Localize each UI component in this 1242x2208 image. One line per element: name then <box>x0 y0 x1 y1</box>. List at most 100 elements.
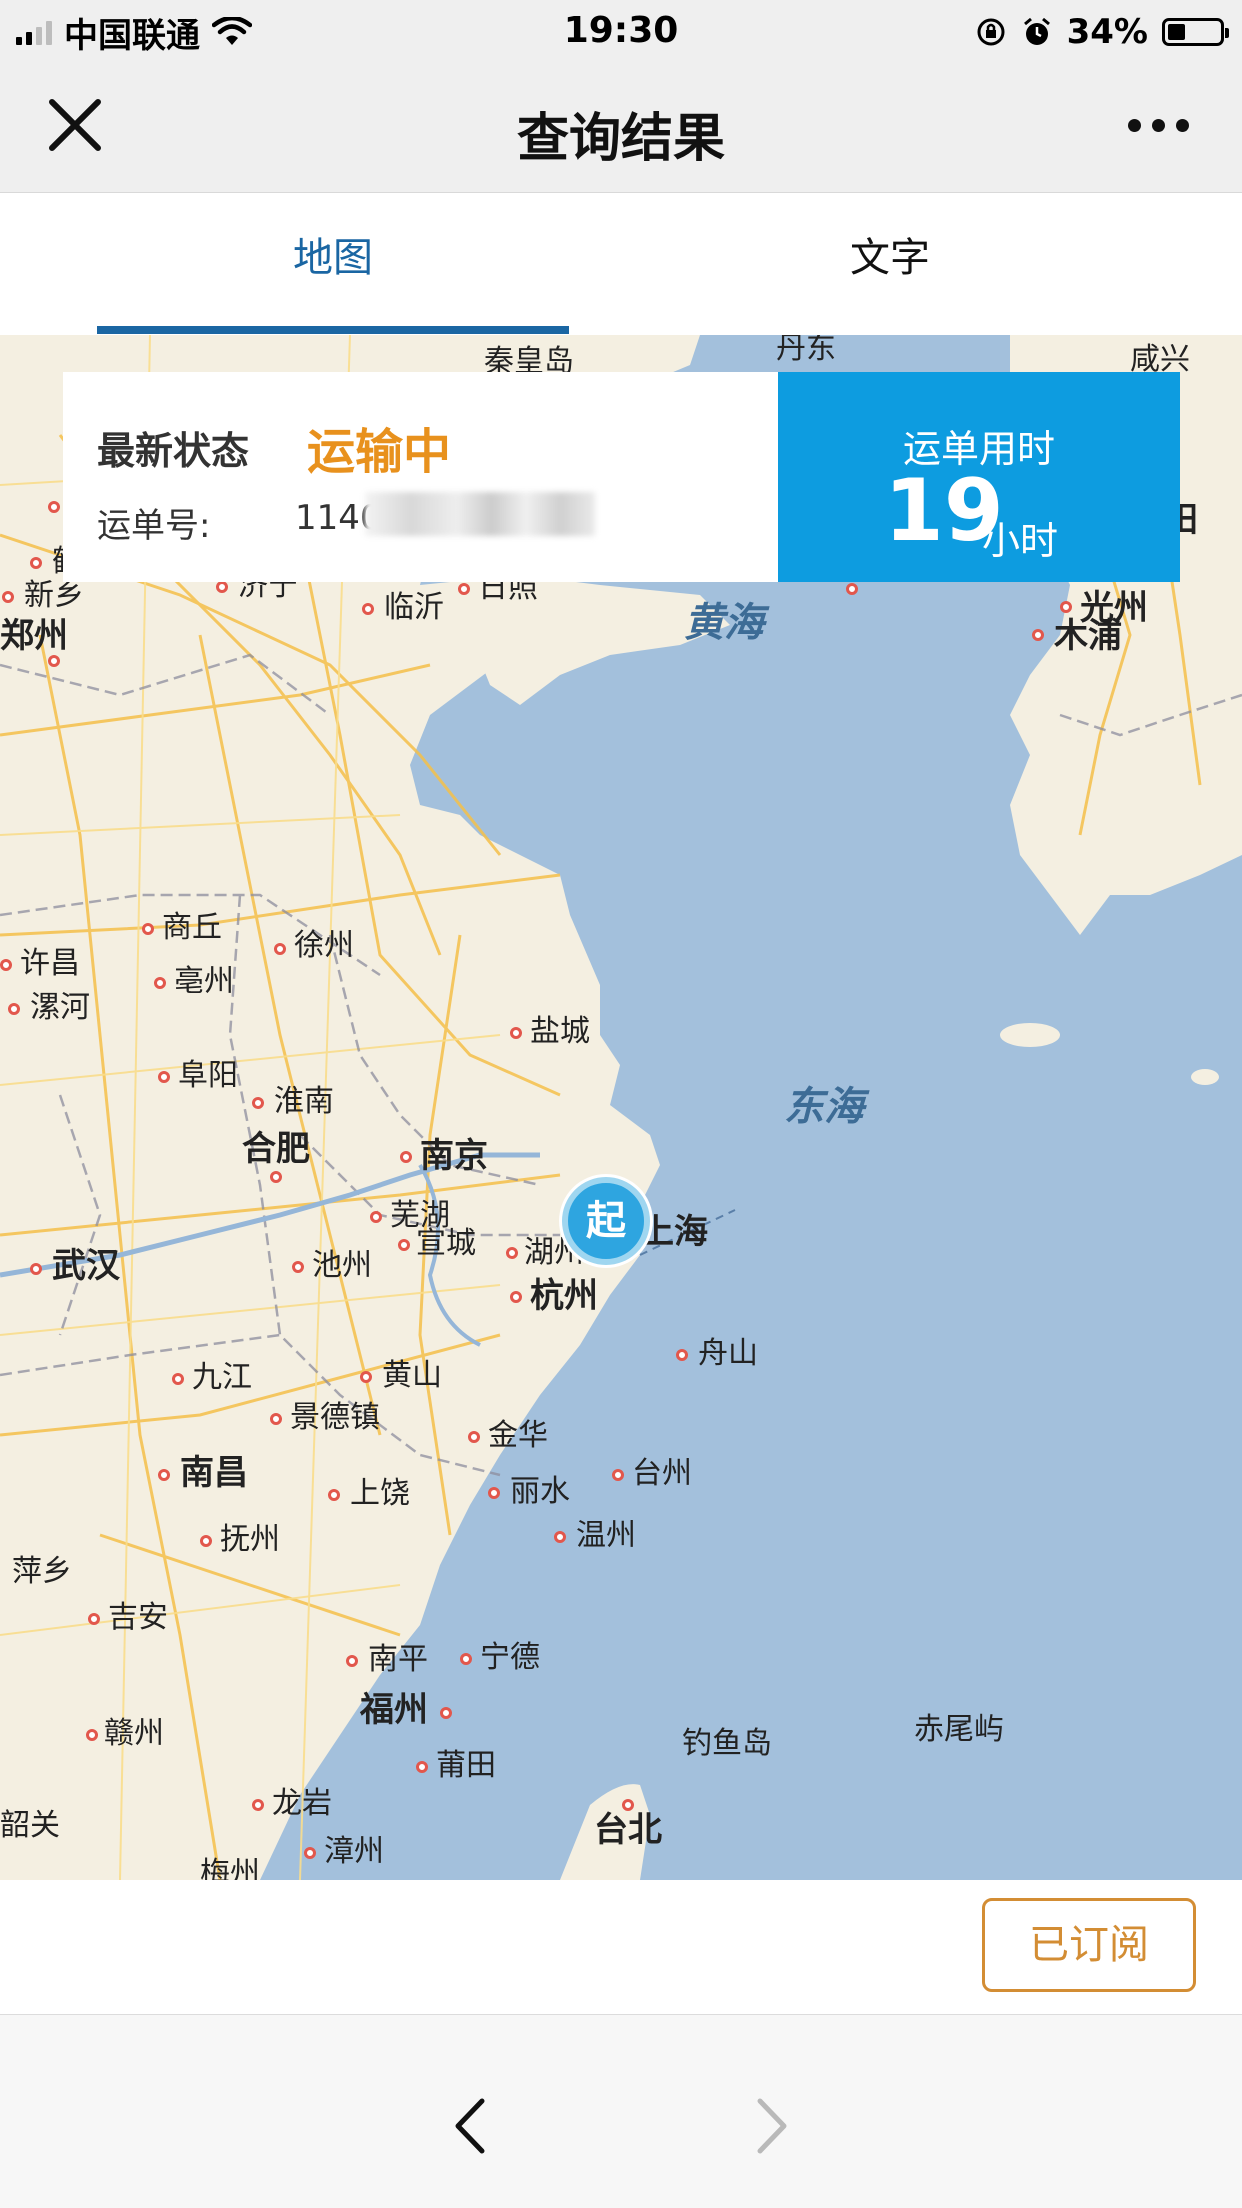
city-dot <box>506 1247 518 1259</box>
city-label: 赣州 <box>104 1716 164 1751</box>
city-label: 抚州 <box>220 1522 280 1557</box>
city-dot <box>1060 601 1072 613</box>
city-dot <box>362 603 374 615</box>
city-label: 新乡 <box>24 578 84 613</box>
city-label: 台北 <box>594 1810 662 1850</box>
city-dot <box>1032 629 1044 641</box>
city-label: 梅州 <box>200 1856 260 1881</box>
city-label: 九江 <box>192 1360 252 1395</box>
city-label: 丹东 <box>776 335 836 366</box>
city-dot <box>510 1291 522 1303</box>
tab-map[interactable]: 地图 <box>97 193 569 335</box>
city-label: 合肥 <box>242 1129 310 1169</box>
city-dot <box>158 1469 170 1481</box>
city-dot <box>292 1261 304 1273</box>
city-label: 宁德 <box>480 1640 540 1675</box>
latest-status-label: 最新状态 <box>97 429 250 473</box>
city-label: 上海 <box>640 1212 708 1252</box>
city-dot <box>328 1489 340 1501</box>
city-label: 商丘 <box>162 910 222 945</box>
city-label: 武汉 <box>52 1246 120 1286</box>
city-label: 南京 <box>420 1136 488 1176</box>
chevron-left-icon[interactable] <box>446 2093 496 2159</box>
tab-text[interactable]: 文字 <box>660 193 1120 335</box>
city-label: 龙岩 <box>272 1786 332 1821</box>
city-dot <box>252 1799 264 1811</box>
city-label: 南昌 <box>180 1453 248 1493</box>
city-dot <box>172 1373 184 1385</box>
subscribe-bar: 已订阅 <box>0 1880 1242 2015</box>
status-bar: 中国联通 19:30 34% <box>0 0 1242 62</box>
alarm-icon <box>1023 17 1050 45</box>
status-bar-right: 34% <box>975 10 1229 54</box>
city-label: 福州 <box>360 1690 428 1730</box>
page-title: 查询结果 <box>516 109 725 169</box>
city-label: 池州 <box>312 1248 372 1283</box>
city-label: 临沂 <box>384 590 444 625</box>
city-dot <box>0 959 12 971</box>
city-dot <box>460 1653 472 1665</box>
active-tab-indicator <box>97 326 569 334</box>
city-dot <box>154 977 166 989</box>
city-dot <box>158 1071 170 1083</box>
city-dot <box>216 581 228 593</box>
city-label: 上饶 <box>350 1476 410 1511</box>
city-dot <box>274 943 286 955</box>
waybill-duration-card: 运单用时 19 小时 <box>778 372 1180 582</box>
duration-unit: 小时 <box>982 519 1059 563</box>
city-dot <box>612 1469 624 1481</box>
city-label: 漯河 <box>30 990 90 1025</box>
rotation-lock-icon <box>977 18 1005 46</box>
city-label: 钓鱼岛 <box>682 1726 772 1761</box>
city-label: 金华 <box>488 1418 548 1453</box>
city-label: 漳州 <box>324 1834 384 1869</box>
browser-toolbar <box>0 2015 1242 2208</box>
city-dot <box>554 1531 566 1543</box>
city-dot <box>416 1761 428 1773</box>
city-dot <box>48 655 60 667</box>
city-label: 徐州 <box>294 928 354 963</box>
city-label: 许昌 <box>20 946 80 981</box>
city-dot <box>458 583 470 595</box>
city-label: 亳州 <box>174 964 234 999</box>
city-label: 黄山 <box>382 1358 442 1393</box>
city-label: 木浦 <box>1054 616 1122 656</box>
city-label: 景德镇 <box>290 1400 380 1435</box>
city-dot <box>304 1847 316 1859</box>
city-label: 盐城 <box>530 1014 590 1049</box>
city-dot <box>86 1729 98 1741</box>
city-label: 莆田 <box>436 1748 496 1783</box>
city-label: 咸兴 <box>1130 342 1190 377</box>
city-label: 丽水 <box>510 1474 570 1509</box>
city-dot <box>200 1535 212 1547</box>
city-dot <box>676 1349 688 1361</box>
city-label: 温州 <box>576 1518 636 1553</box>
city-dot <box>360 1371 372 1383</box>
city-label: 台州 <box>632 1456 692 1491</box>
city-label: 南平 <box>368 1642 428 1677</box>
start-location-marker[interactable]: 起 <box>562 1177 650 1265</box>
waybill-label: 运单号: <box>97 506 211 546</box>
city-dot <box>488 1487 500 1499</box>
subscribed-button[interactable]: 已订阅 <box>982 1898 1196 1992</box>
city-dot <box>270 1171 282 1183</box>
city-dot <box>400 1151 412 1163</box>
city-dot <box>30 1263 42 1275</box>
sea-label-east-china-sea: 东海 <box>784 1084 864 1130</box>
city-label: 舟山 <box>698 1336 758 1371</box>
city-dot <box>142 923 154 935</box>
city-dot <box>510 1027 522 1039</box>
more-icon[interactable] <box>1108 92 1208 158</box>
city-dot <box>48 501 60 513</box>
sea-label-yellow-sea: 黄海 <box>684 600 764 646</box>
city-label: 韶关 <box>0 1808 60 1843</box>
city-dot <box>846 583 858 595</box>
city-label: 宣城 <box>416 1226 476 1261</box>
tab-bar: 地图 文字 <box>0 193 1242 335</box>
chevron-right-icon <box>757 2098 787 2154</box>
city-label: 杭州 <box>530 1276 598 1316</box>
city-label: 郑州 <box>0 616 68 656</box>
city-dot <box>88 1613 100 1625</box>
city-dot <box>2 591 14 603</box>
shipment-status-card: 最新状态 运输中 运单号: 1140 <box>63 372 778 582</box>
